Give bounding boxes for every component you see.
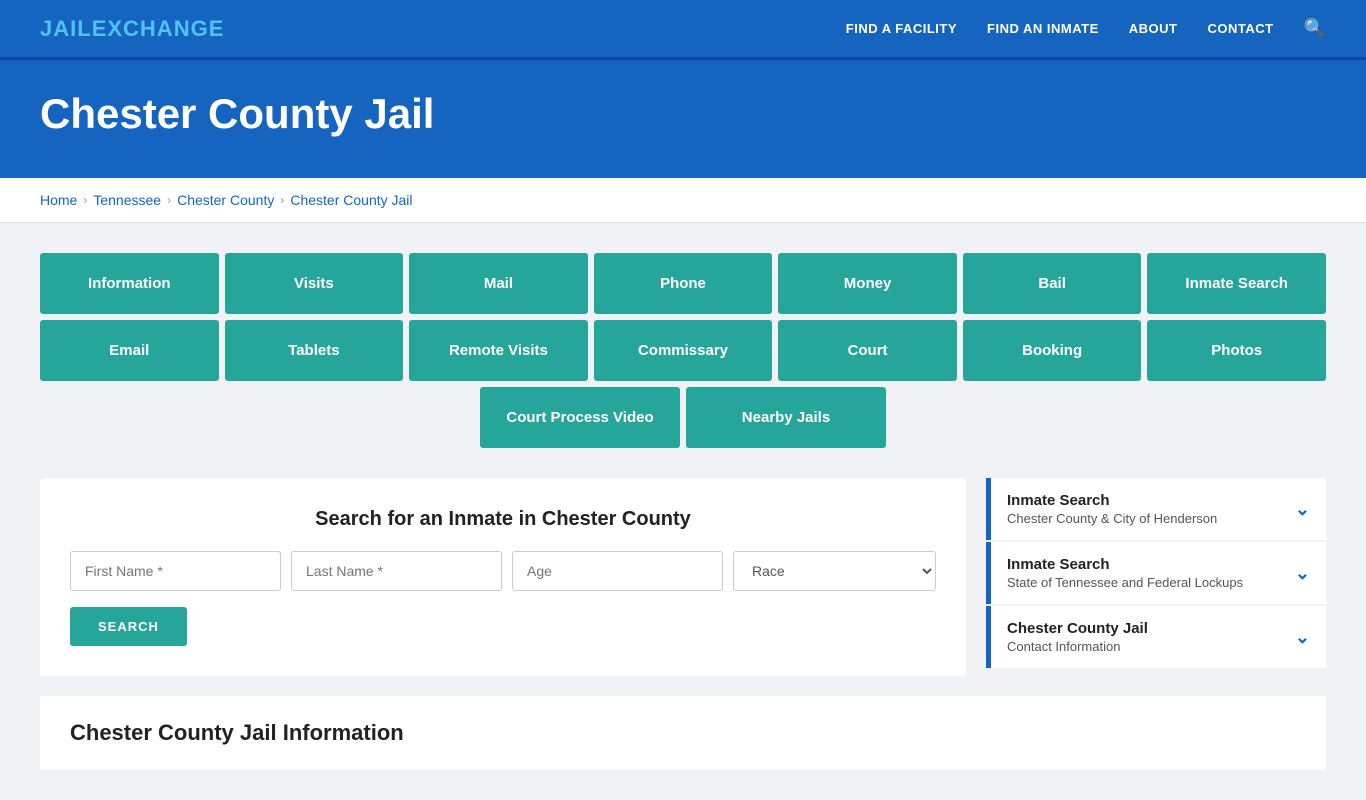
sidebar-panel-2-title: Chester County Jail <box>1007 620 1148 637</box>
search-fields: Race White Black Hispanic Asian Other <box>70 551 936 591</box>
sidebar-panel-1: Inmate Search State of Tennessee and Fed… <box>986 542 1326 604</box>
sidebar-panel-0-subtitle: Chester County & City of Henderson <box>1007 511 1217 526</box>
hero-section: Chester County Jail <box>0 60 1366 178</box>
breadcrumb-bar: Home › Tennessee › Chester County › Ches… <box>0 178 1366 223</box>
nav-find-facility[interactable]: FIND A FACILITY <box>846 21 957 36</box>
info-section: Chester County Jail Information <box>40 696 1326 770</box>
tab-booking[interactable]: Booking <box>963 320 1142 381</box>
search-icon[interactable]: 🔍 <box>1304 18 1326 39</box>
page-title: Chester County Jail <box>40 90 1326 138</box>
sidebar-panel-0: Inmate Search Chester County & City of H… <box>986 478 1326 540</box>
tab-information[interactable]: Information <box>40 253 219 314</box>
sidebar-panel-2: Chester County Jail Contact Information … <box>986 606 1326 668</box>
sidebar-panel-1-header[interactable]: Inmate Search State of Tennessee and Fed… <box>991 542 1326 604</box>
tab-remote-visits[interactable]: Remote Visits <box>409 320 588 381</box>
nav-contact[interactable]: CONTACT <box>1207 21 1273 36</box>
sidebar-panel-2-text: Chester County Jail Contact Information <box>1007 620 1148 654</box>
sidebar-panel-2-header[interactable]: Chester County Jail Contact Information … <box>991 606 1326 668</box>
main-nav: FIND A FACILITY FIND AN INMATE ABOUT CON… <box>846 18 1326 39</box>
inmate-search-box: Search for an Inmate in Chester County R… <box>40 478 966 676</box>
tab-photos[interactable]: Photos <box>1147 320 1326 381</box>
breadcrumb-home[interactable]: Home <box>40 192 77 208</box>
sidebar-panel-1-text: Inmate Search State of Tennessee and Fed… <box>1007 556 1243 590</box>
breadcrumb-sep-3: › <box>280 193 284 207</box>
sidebar-panel-2-subtitle: Contact Information <box>1007 639 1148 654</box>
last-name-input[interactable] <box>291 551 502 591</box>
search-button[interactable]: SEARCH <box>70 607 187 646</box>
tabs-row-1: Information Visits Mail Phone Money Bail… <box>40 253 1326 314</box>
search-title: Search for an Inmate in Chester County <box>70 508 936 531</box>
sidebar-panel-1-title: Inmate Search <box>1007 556 1243 573</box>
age-input[interactable] <box>512 551 723 591</box>
tab-bail[interactable]: Bail <box>963 253 1142 314</box>
tab-visits[interactable]: Visits <box>225 253 404 314</box>
breadcrumb-chester-county[interactable]: Chester County <box>177 192 274 208</box>
info-title: Chester County Jail Information <box>70 720 1296 746</box>
nav-about[interactable]: ABOUT <box>1129 21 1178 36</box>
content-row: Search for an Inmate in Chester County R… <box>40 478 1326 676</box>
breadcrumb-tennessee[interactable]: Tennessee <box>93 192 161 208</box>
sidebar-panel-0-text: Inmate Search Chester County & City of H… <box>1007 492 1217 526</box>
tab-inmate-search[interactable]: Inmate Search <box>1147 253 1326 314</box>
race-select[interactable]: Race White Black Hispanic Asian Other <box>733 551 936 591</box>
site-logo[interactable]: JAILEXCHANGE <box>40 16 224 42</box>
sidebar-panel-0-title: Inmate Search <box>1007 492 1217 509</box>
tab-money[interactable]: Money <box>778 253 957 314</box>
chevron-down-icon-2: ⌄ <box>1295 627 1310 648</box>
logo-exchange: EXCHANGE <box>92 16 225 41</box>
breadcrumb-sep-2: › <box>167 193 171 207</box>
logo-jail: JAIL <box>40 16 92 41</box>
site-header: JAILEXCHANGE FIND A FACILITY FIND AN INM… <box>0 0 1366 60</box>
tab-tablets[interactable]: Tablets <box>225 320 404 381</box>
tab-commissary[interactable]: Commissary <box>594 320 773 381</box>
breadcrumb-sep-1: › <box>83 193 87 207</box>
breadcrumb-current: Chester County Jail <box>290 192 412 208</box>
sidebar: Inmate Search Chester County & City of H… <box>986 478 1326 670</box>
first-name-input[interactable] <box>70 551 281 591</box>
tabs-row-3: Court Process Video Nearby Jails <box>40 387 1326 448</box>
sidebar-panel-1-subtitle: State of Tennessee and Federal Lockups <box>1007 575 1243 590</box>
chevron-down-icon-0: ⌄ <box>1295 499 1310 520</box>
chevron-down-icon-1: ⌄ <box>1295 563 1310 584</box>
sidebar-panel-0-header[interactable]: Inmate Search Chester County & City of H… <box>991 478 1326 540</box>
tab-court-process-video[interactable]: Court Process Video <box>480 387 680 448</box>
tab-phone[interactable]: Phone <box>594 253 773 314</box>
info-row: Chester County Jail Information <box>40 676 1326 770</box>
breadcrumb: Home › Tennessee › Chester County › Ches… <box>40 192 1326 208</box>
tab-court[interactable]: Court <box>778 320 957 381</box>
main-content: Information Visits Mail Phone Money Bail… <box>0 223 1366 800</box>
tabs-row-2: Email Tablets Remote Visits Commissary C… <box>40 320 1326 381</box>
nav-find-inmate[interactable]: FIND AN INMATE <box>987 21 1099 36</box>
tab-email[interactable]: Email <box>40 320 219 381</box>
tab-nearby-jails[interactable]: Nearby Jails <box>686 387 886 448</box>
tab-mail[interactable]: Mail <box>409 253 588 314</box>
